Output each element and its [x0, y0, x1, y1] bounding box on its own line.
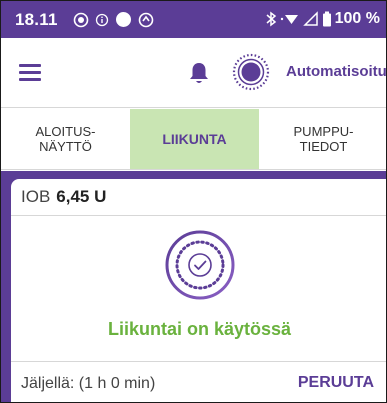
app-header: Automatisoitu: [1, 38, 386, 108]
iob-row: IOB 6,45 U: [11, 179, 386, 216]
tab-activity[interactable]: LIIKUNTA: [130, 109, 259, 169]
activity-card: IOB 6,45 U Liikuntai on käytössä Jäljell…: [11, 179, 386, 402]
hamburger-menu-icon[interactable]: [19, 62, 43, 82]
app-frame: 18.11 100 % Automatisoitu ALOITUS- NÄYTT…: [0, 0, 387, 403]
iob-value: 6,45 U: [56, 187, 107, 206]
tab-pump-info[interactable]: PUMPPU- TIEDOT: [259, 109, 386, 169]
sync-icon: [138, 12, 154, 27]
battery-percent: 100 %: [334, 10, 380, 27]
record-icon: [73, 12, 89, 27]
signal-icon: [302, 11, 318, 26]
cancel-button[interactable]: PERUUTA: [298, 374, 374, 392]
battery-icon: [322, 11, 331, 27]
tab-bar: ALOITUS- NÄYTTÖ LIIKUNTA PUMPPU- TIEDOT: [1, 109, 386, 170]
content-area: IOB 6,45 U Liikuntai on käytössä Jäljell…: [1, 171, 386, 402]
card-footer: Jäljellä: (1 h 0 min) PERUUTA: [11, 361, 386, 402]
pod-icon[interactable]: [231, 52, 271, 92]
wifi-icon: [280, 15, 298, 24]
info-icon: [95, 13, 109, 26]
iob-label: IOB: [21, 187, 51, 206]
status-bar: 18.11 100 %: [1, 1, 386, 38]
remaining-time: Jäljellä: (1 h 0 min): [21, 375, 156, 392]
status-time: 18.11: [15, 10, 58, 29]
mode-label[interactable]: Automatisoitu: [286, 63, 386, 80]
activity-check-icon: [165, 230, 235, 300]
bell-icon[interactable]: [188, 61, 210, 85]
activity-status-text: Liikuntai on käytössä: [107, 319, 292, 339]
bluetooth-icon: [266, 11, 276, 27]
filled-circle-icon: [116, 12, 131, 27]
status-left-icons: [73, 11, 154, 28]
status-right-icons: 100 %: [265, 10, 380, 28]
tab-home[interactable]: ALOITUS- NÄYTTÖ: [1, 109, 130, 169]
